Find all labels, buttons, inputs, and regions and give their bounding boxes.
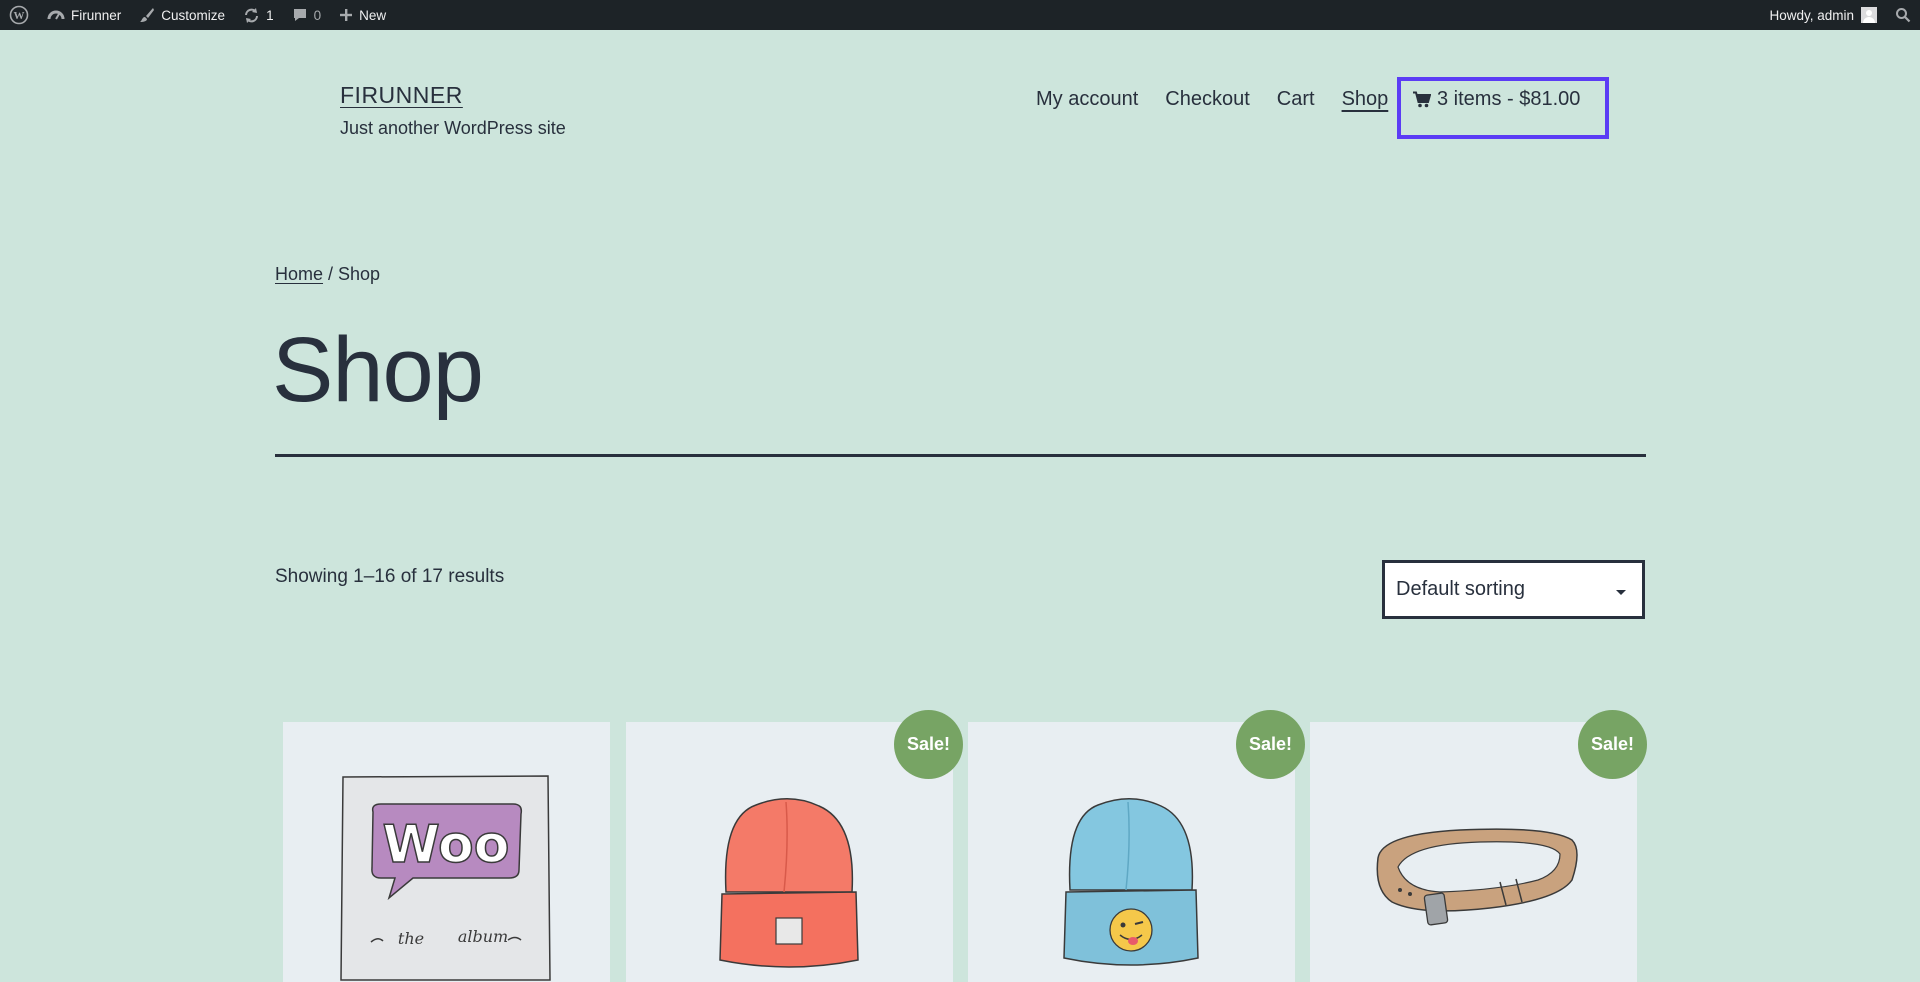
sale-badge: Sale! xyxy=(894,710,963,779)
admin-bar-comments-count: 0 xyxy=(313,7,322,23)
nav-my-account[interactable]: My account xyxy=(1036,88,1138,111)
nav-checkout[interactable]: Checkout xyxy=(1165,88,1250,111)
admin-bar-site-link[interactable]: Firunner xyxy=(38,0,130,30)
site-title[interactable]: FIRUNNER xyxy=(340,82,463,109)
title-divider xyxy=(275,454,1646,457)
admin-bar-greeting: Howdy, admin xyxy=(1769,7,1854,23)
avatar xyxy=(1861,7,1877,23)
plus-icon xyxy=(340,9,353,21)
search-icon xyxy=(1896,8,1911,23)
admin-bar-new[interactable]: New xyxy=(330,0,395,30)
svg-text:the: the xyxy=(398,929,424,948)
result-count: Showing 1–16 of 17 results xyxy=(275,566,505,587)
breadcrumb: Home / Shop xyxy=(275,264,380,285)
admin-bar: W Firunner Customize 1 0 New Howdy, admi… xyxy=(0,0,1920,30)
updates-icon xyxy=(245,7,259,23)
page-title: Shop xyxy=(272,319,484,421)
mini-cart-link[interactable]: 3 items - $81.00 xyxy=(1413,88,1580,111)
admin-bar-comments[interactable]: 0 xyxy=(283,0,331,30)
svg-text:W: W xyxy=(14,10,25,22)
sort-select[interactable]: Default sorting xyxy=(1382,560,1645,619)
admin-bar-account[interactable]: Howdy, admin xyxy=(1760,0,1886,30)
admin-bar-customize-label: Customize xyxy=(161,7,226,23)
admin-bar-site-name: Firunner xyxy=(71,7,122,23)
comment-icon xyxy=(293,9,306,21)
wordpress-logo-icon[interactable]: W xyxy=(0,0,38,30)
nav-shop[interactable]: Shop xyxy=(1342,88,1389,111)
breadcrumb-separator: / xyxy=(323,264,339,284)
admin-bar-customize[interactable]: Customize xyxy=(130,0,234,30)
chevron-down-icon xyxy=(1616,590,1626,595)
cart-summary: 3 items - $81.00 xyxy=(1437,88,1581,110)
site-tagline: Just another WordPress site xyxy=(340,118,566,138)
breadcrumb-current: Shop xyxy=(338,264,381,284)
primary-navigation: My account Checkout Cart Shop xyxy=(1036,88,1415,111)
admin-bar-new-label: New xyxy=(359,7,387,23)
sale-badge: Sale! xyxy=(1236,710,1305,779)
admin-bar-updates-count: 1 xyxy=(266,7,274,23)
admin-bar-search[interactable] xyxy=(1886,0,1920,30)
cart-icon xyxy=(1413,91,1431,108)
sort-select-value: Default sorting xyxy=(1396,578,1525,600)
dashboard-icon xyxy=(47,10,65,20)
sale-badge: Sale! xyxy=(1578,710,1647,779)
brush-icon xyxy=(140,8,155,22)
breadcrumb-home[interactable]: Home xyxy=(275,264,323,284)
svg-text:album: album xyxy=(458,927,508,946)
svg-text:Woo: Woo xyxy=(383,815,510,875)
nav-cart[interactable]: Cart xyxy=(1277,88,1315,111)
admin-bar-updates[interactable]: 1 xyxy=(234,0,283,30)
woo-album-image: Woo the album xyxy=(340,775,551,981)
product-card-woo-album[interactable]: Woo the album xyxy=(283,722,610,982)
